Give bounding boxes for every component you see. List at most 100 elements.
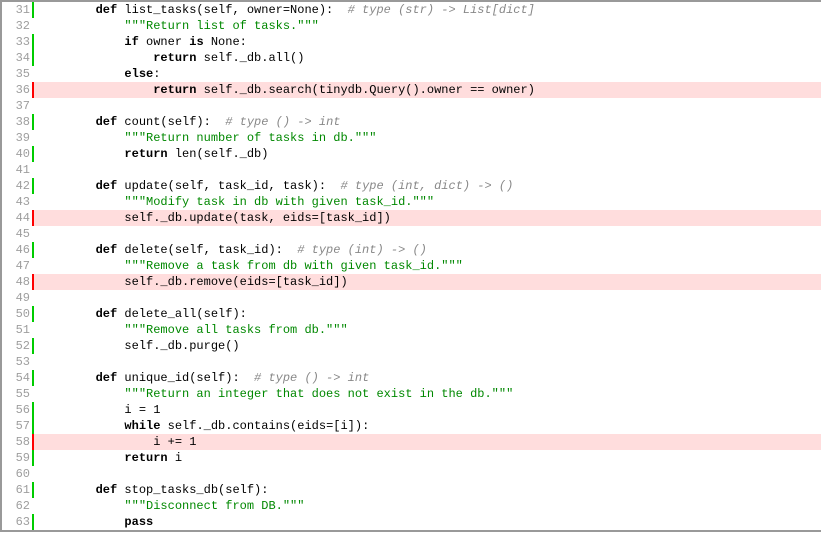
code-content: return self._db.all() — [34, 50, 821, 66]
code-line[interactable]: 49 — [2, 290, 821, 306]
line-number: 33 — [2, 34, 32, 50]
code-content: """Return an integer that does not exist… — [34, 386, 821, 402]
coverage-bar — [32, 98, 34, 114]
line-number: 43 — [2, 194, 32, 210]
code-content: def unique_id(self): # type () -> int — [34, 370, 821, 386]
code-line[interactable]: 44 self._db.update(task, eids=[task_id]) — [2, 210, 821, 226]
code-line[interactable]: 42 def update(self, task_id, task): # ty… — [2, 178, 821, 194]
code-content: return self._db.search(tinydb.Query().ow… — [34, 82, 821, 98]
line-number: 47 — [2, 258, 32, 274]
code-line[interactable]: 37 — [2, 98, 821, 114]
code-line[interactable]: 47 """Remove a task from db with given t… — [2, 258, 821, 274]
line-number: 52 — [2, 338, 32, 354]
line-number: 48 — [2, 274, 32, 290]
code-line[interactable]: 53 — [2, 354, 821, 370]
line-number: 56 — [2, 402, 32, 418]
code-line[interactable]: 45 — [2, 226, 821, 242]
code-line[interactable]: 48 self._db.remove(eids=[task_id]) — [2, 274, 821, 290]
code-content: self._db.update(task, eids=[task_id]) — [34, 210, 821, 226]
code-content: def delete(self, task_id): # type (int) … — [34, 242, 821, 258]
line-number: 40 — [2, 146, 32, 162]
code-content: i = 1 — [34, 402, 821, 418]
line-number: 34 — [2, 50, 32, 66]
code-line[interactable]: 59 return i — [2, 450, 821, 466]
code-line[interactable]: 51 """Remove all tasks from db.""" — [2, 322, 821, 338]
code-line[interactable]: 41 — [2, 162, 821, 178]
line-number: 62 — [2, 498, 32, 514]
code-line[interactable]: 31 def list_tasks(self, owner=None): # t… — [2, 2, 821, 18]
line-number: 60 — [2, 466, 32, 482]
code-content: i += 1 — [34, 434, 821, 450]
line-number: 61 — [2, 482, 32, 498]
line-number: 41 — [2, 162, 32, 178]
code-content: """Modify task in db with given task_id.… — [34, 194, 821, 210]
code-content: self._db.purge() — [34, 338, 821, 354]
code-line[interactable]: 61 def stop_tasks_db(self): — [2, 482, 821, 498]
code-line[interactable]: 56 i = 1 — [2, 402, 821, 418]
line-number: 45 — [2, 226, 32, 242]
code-line[interactable]: 54 def unique_id(self): # type () -> int — [2, 370, 821, 386]
line-number: 35 — [2, 66, 32, 82]
line-number: 59 — [2, 450, 32, 466]
line-number: 38 — [2, 114, 32, 130]
code-line[interactable]: 63 pass — [2, 514, 821, 530]
code-content: self._db.remove(eids=[task_id]) — [34, 274, 821, 290]
coverage-bar — [32, 162, 34, 178]
code-content: """Return list of tasks.""" — [34, 18, 821, 34]
code-line[interactable]: 55 """Return an integer that does not ex… — [2, 386, 821, 402]
code-line[interactable]: 38 def count(self): # type () -> int — [2, 114, 821, 130]
code-line[interactable]: 58 i += 1 — [2, 434, 821, 450]
code-line[interactable]: 39 """Return number of tasks in db.""" — [2, 130, 821, 146]
line-number: 37 — [2, 98, 32, 114]
line-number: 31 — [2, 2, 32, 18]
code-line[interactable]: 36 return self._db.search(tinydb.Query()… — [2, 82, 821, 98]
line-number: 54 — [2, 370, 32, 386]
code-line[interactable]: 57 while self._db.contains(eids=[i]): — [2, 418, 821, 434]
code-line[interactable]: 52 self._db.purge() — [2, 338, 821, 354]
line-number: 51 — [2, 322, 32, 338]
code-line[interactable]: 34 return self._db.all() — [2, 50, 821, 66]
line-number: 44 — [2, 210, 32, 226]
line-number: 42 — [2, 178, 32, 194]
code-content: if owner is None: — [34, 34, 821, 50]
code-line[interactable]: 40 return len(self._db) — [2, 146, 821, 162]
code-content: """Remove a task from db with given task… — [34, 258, 821, 274]
code-line[interactable]: 35 else: — [2, 66, 821, 82]
code-line[interactable]: 32 """Return list of tasks.""" — [2, 18, 821, 34]
code-line[interactable]: 50 def delete_all(self): — [2, 306, 821, 322]
code-content: pass — [34, 514, 821, 530]
line-number: 53 — [2, 354, 32, 370]
code-coverage-listing: 31 def list_tasks(self, owner=None): # t… — [2, 2, 821, 530]
code-content: def count(self): # type () -> int — [34, 114, 821, 130]
code-content: def delete_all(self): — [34, 306, 821, 322]
code-content: else: — [34, 66, 821, 82]
code-content: """Remove all tasks from db.""" — [34, 322, 821, 338]
line-number: 55 — [2, 386, 32, 402]
coverage-bar — [32, 290, 34, 306]
line-number: 63 — [2, 514, 32, 530]
line-number: 57 — [2, 418, 32, 434]
code-content: def stop_tasks_db(self): — [34, 482, 821, 498]
coverage-bar — [32, 466, 34, 482]
code-line[interactable]: 43 """Modify task in db with given task_… — [2, 194, 821, 210]
code-line[interactable]: 62 """Disconnect from DB.""" — [2, 498, 821, 514]
line-number: 36 — [2, 82, 32, 98]
code-line[interactable]: 46 def delete(self, task_id): # type (in… — [2, 242, 821, 258]
line-number: 50 — [2, 306, 32, 322]
code-content: def update(self, task_id, task): # type … — [34, 178, 821, 194]
coverage-bar — [32, 354, 34, 370]
line-number: 49 — [2, 290, 32, 306]
code-content: """Return number of tasks in db.""" — [34, 130, 821, 146]
code-content: return i — [34, 450, 821, 466]
line-number: 39 — [2, 130, 32, 146]
line-number: 58 — [2, 434, 32, 450]
code-content: """Disconnect from DB.""" — [34, 498, 821, 514]
code-content: def list_tasks(self, owner=None): # type… — [34, 2, 821, 18]
line-number: 46 — [2, 242, 32, 258]
coverage-bar — [32, 226, 34, 242]
line-number: 32 — [2, 18, 32, 34]
code-content: return len(self._db) — [34, 146, 821, 162]
code-line[interactable]: 60 — [2, 466, 821, 482]
code-line[interactable]: 33 if owner is None: — [2, 34, 821, 50]
code-content: while self._db.contains(eids=[i]): — [34, 418, 821, 434]
